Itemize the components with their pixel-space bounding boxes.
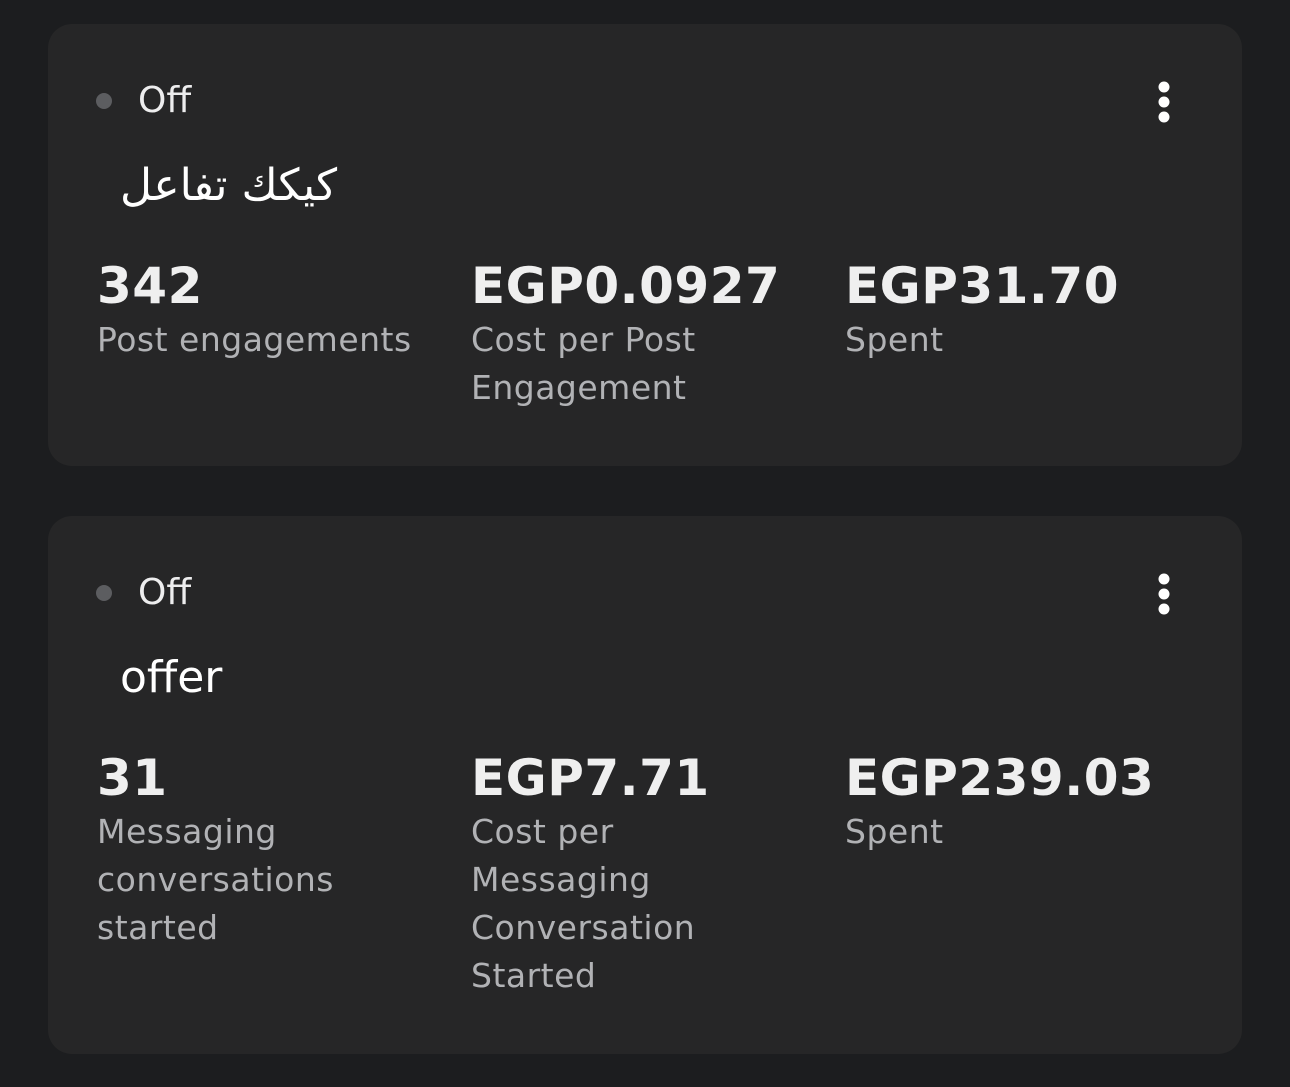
metric-value: 342	[97, 257, 203, 315]
metric-cost-per-conversation: EGP7.71 Cost per Messaging Conversation …	[471, 746, 811, 1000]
campaign-card[interactable]: Off كيكك تفاعل 342 Post engagements EGP0…	[48, 24, 1242, 466]
metric-value: EGP0.0927	[471, 257, 781, 315]
metric-label: Spent	[845, 320, 944, 359]
metric-spent: EGP31.70 Spent	[845, 254, 1185, 364]
metric-label: Cost per Post Engagement	[471, 320, 696, 407]
metric-label: Post engagements	[97, 320, 412, 359]
metric-value: EGP31.70	[845, 257, 1119, 315]
campaign-card[interactable]: Off offer 31 Messaging conversations sta…	[48, 516, 1242, 1054]
status-dot-icon	[96, 93, 112, 109]
metric-value: EGP7.71	[471, 749, 710, 807]
campaign-status: Off	[96, 80, 191, 122]
campaign-name[interactable]: offer	[120, 650, 222, 706]
metric-spent: EGP239.03 Spent	[845, 746, 1185, 856]
metric-value: EGP239.03	[845, 749, 1155, 807]
metric-cost-per-engagement: EGP0.0927 Cost per Post Engagement	[471, 254, 811, 412]
status-label: Off	[138, 80, 192, 121]
status-label: Off	[138, 572, 192, 613]
metric-label: Cost per Messaging Conversation Started	[471, 812, 696, 995]
more-vertical-icon	[1158, 573, 1170, 615]
metric-post-engagements: 342 Post engagements	[97, 254, 437, 364]
campaign-name[interactable]: كيكك تفاعل	[120, 158, 337, 214]
metric-label: Spent	[845, 812, 944, 851]
campaign-status: Off	[96, 572, 191, 614]
metric-label: Messaging conversations started	[97, 812, 334, 947]
more-options-button[interactable]	[1134, 74, 1194, 130]
metric-messaging-conversations: 31 Messaging conversations started	[97, 746, 437, 952]
more-vertical-icon	[1158, 81, 1170, 123]
more-options-button[interactable]	[1134, 566, 1194, 622]
metric-value: 31	[97, 749, 168, 807]
status-dot-icon	[96, 585, 112, 601]
